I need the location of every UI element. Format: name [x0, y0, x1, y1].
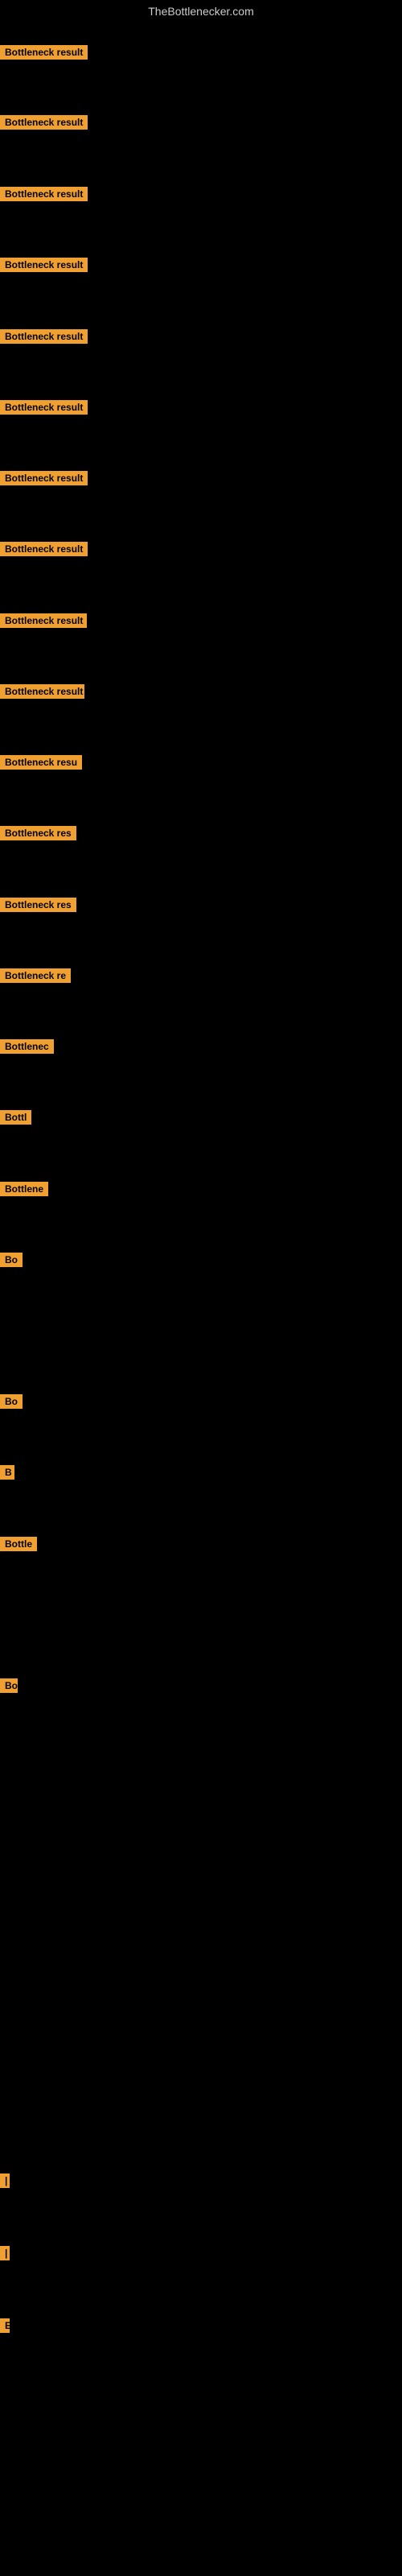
bottleneck-badge-container: Bo: [0, 1253, 23, 1271]
bottleneck-result-badge: E: [0, 2318, 10, 2333]
bottleneck-result-badge: Bottleneck result: [0, 684, 84, 699]
bottleneck-result-badge: Bottleneck re: [0, 968, 71, 983]
bottleneck-result-badge: Bo: [0, 1394, 23, 1409]
bottleneck-result-badge: Bottleneck result: [0, 258, 88, 272]
bottleneck-result-badge: Bottleneck result: [0, 471, 88, 485]
bottleneck-result-badge: Bottleneck result: [0, 329, 88, 344]
bottleneck-badge-container: |: [0, 2246, 8, 2264]
bottleneck-result-badge: Bottlenec: [0, 1039, 54, 1054]
bottleneck-result-badge: Bottleneck result: [0, 400, 88, 415]
bottleneck-badge-container: Bottl: [0, 1110, 31, 1129]
bottleneck-badge-container: Bottleneck result: [0, 400, 88, 419]
bottleneck-badge-container: |: [0, 2174, 8, 2192]
bottleneck-result-badge: Bo: [0, 1678, 18, 1693]
bottleneck-result-badge: Bottleneck resu: [0, 755, 82, 770]
bottleneck-result-badge: Bottleneck res: [0, 898, 76, 912]
bottleneck-badge-container: Bottleneck res: [0, 898, 76, 916]
bottleneck-badge-container: Bottleneck res: [0, 826, 76, 844]
bottleneck-badge-container: Bo: [0, 1678, 18, 1697]
bottleneck-result-badge: B: [0, 1465, 14, 1480]
bottleneck-badge-container: Bottleneck result: [0, 45, 88, 64]
bottleneck-badge-container: Bottleneck result: [0, 684, 84, 703]
bottleneck-badge-container: Bottleneck result: [0, 329, 88, 348]
bottleneck-badge-container: Bottleneck resu: [0, 755, 82, 774]
bottleneck-result-badge: Bo: [0, 1253, 23, 1267]
bottleneck-result-badge: |: [0, 2174, 10, 2188]
bottleneck-badge-container: Bo: [0, 1394, 23, 1413]
bottleneck-badge-container: E: [0, 2318, 8, 2337]
bottleneck-badge-container: Bottleneck result: [0, 115, 88, 134]
bottleneck-badge-container: Bottle: [0, 1537, 37, 1555]
bottleneck-result-badge: Bottleneck result: [0, 613, 87, 628]
bottleneck-badge-container: Bottleneck result: [0, 542, 88, 560]
bottleneck-result-badge: Bottleneck res: [0, 826, 76, 840]
bottleneck-badge-container: Bottleneck re: [0, 968, 71, 987]
bottleneck-badge-container: Bottleneck result: [0, 471, 88, 489]
bottleneck-result-badge: Bottleneck result: [0, 187, 88, 201]
bottleneck-result-badge: Bottle: [0, 1537, 37, 1551]
bottleneck-result-badge: Bottleneck result: [0, 45, 88, 60]
bottleneck-badge-container: Bottleneck result: [0, 187, 88, 205]
bottleneck-result-badge: Bottlene: [0, 1182, 48, 1196]
bottleneck-result-badge: Bottleneck result: [0, 115, 88, 130]
bottleneck-badge-container: Bottlene: [0, 1182, 48, 1200]
bottleneck-badge-container: Bottlenec: [0, 1039, 54, 1058]
bottleneck-result-badge: |: [0, 2246, 10, 2260]
bottleneck-badge-container: Bottleneck result: [0, 258, 88, 276]
bottleneck-result-badge: Bottleneck result: [0, 542, 88, 556]
bottleneck-badge-container: Bottleneck result: [0, 613, 87, 632]
bottleneck-badge-container: B: [0, 1465, 14, 1484]
site-title: TheBottlenecker.com: [0, 0, 402, 23]
bottleneck-result-badge: Bottl: [0, 1110, 31, 1125]
